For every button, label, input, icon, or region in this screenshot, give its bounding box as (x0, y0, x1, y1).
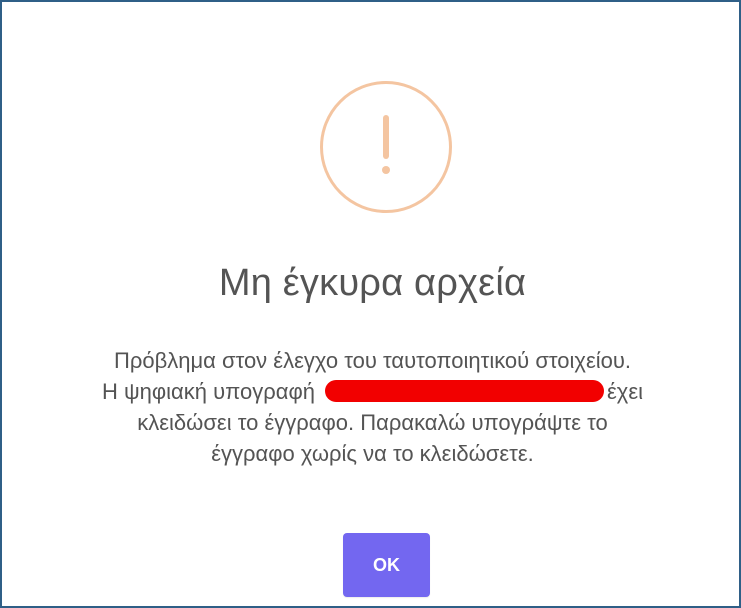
message-line-4: έγγραφο χωρίς να το κλειδώσετε. (211, 441, 534, 466)
message-line-1: Πρόβλημα στον έλεγχο του ταυτοποιητικού … (113, 348, 632, 373)
ok-button[interactable]: OK (343, 533, 430, 597)
dialog-title: Μη έγκυρα αρχεία (218, 262, 527, 304)
warning-icon (320, 81, 452, 213)
message-line-2: Η ψηφιακή υπογραφή έχει (27, 376, 718, 407)
dialog-message: Πρόβλημα στον έλεγχο του ταυτοποιητικού … (27, 345, 718, 469)
redacted-signature-name (324, 380, 604, 402)
signature-status-text: έχει (606, 379, 644, 404)
signature-label: Η ψηφιακή υπογραφή (101, 379, 315, 404)
message-line-3: κλειδώσει το έγγραφο. Παρακαλώ υπογράψτε… (137, 410, 608, 435)
invalid-files-dialog: Μη έγκυρα αρχεία Πρόβλημα στον έλεγχο το… (0, 0, 741, 608)
